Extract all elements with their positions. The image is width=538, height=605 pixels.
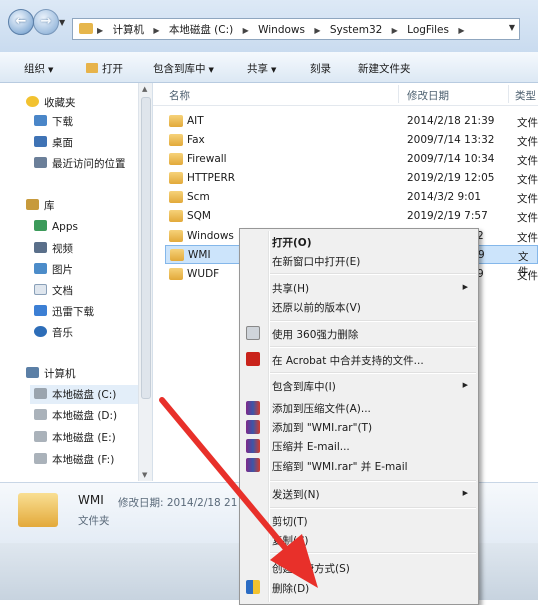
explorer-window: ← → ▼ ▶ 计算机 ▶ 本地磁盘 (C:) ▶ Windows ▶ Syst… (0, 0, 538, 605)
arrow-shaft (159, 397, 295, 559)
red-arrow-annotation (159, 397, 318, 588)
